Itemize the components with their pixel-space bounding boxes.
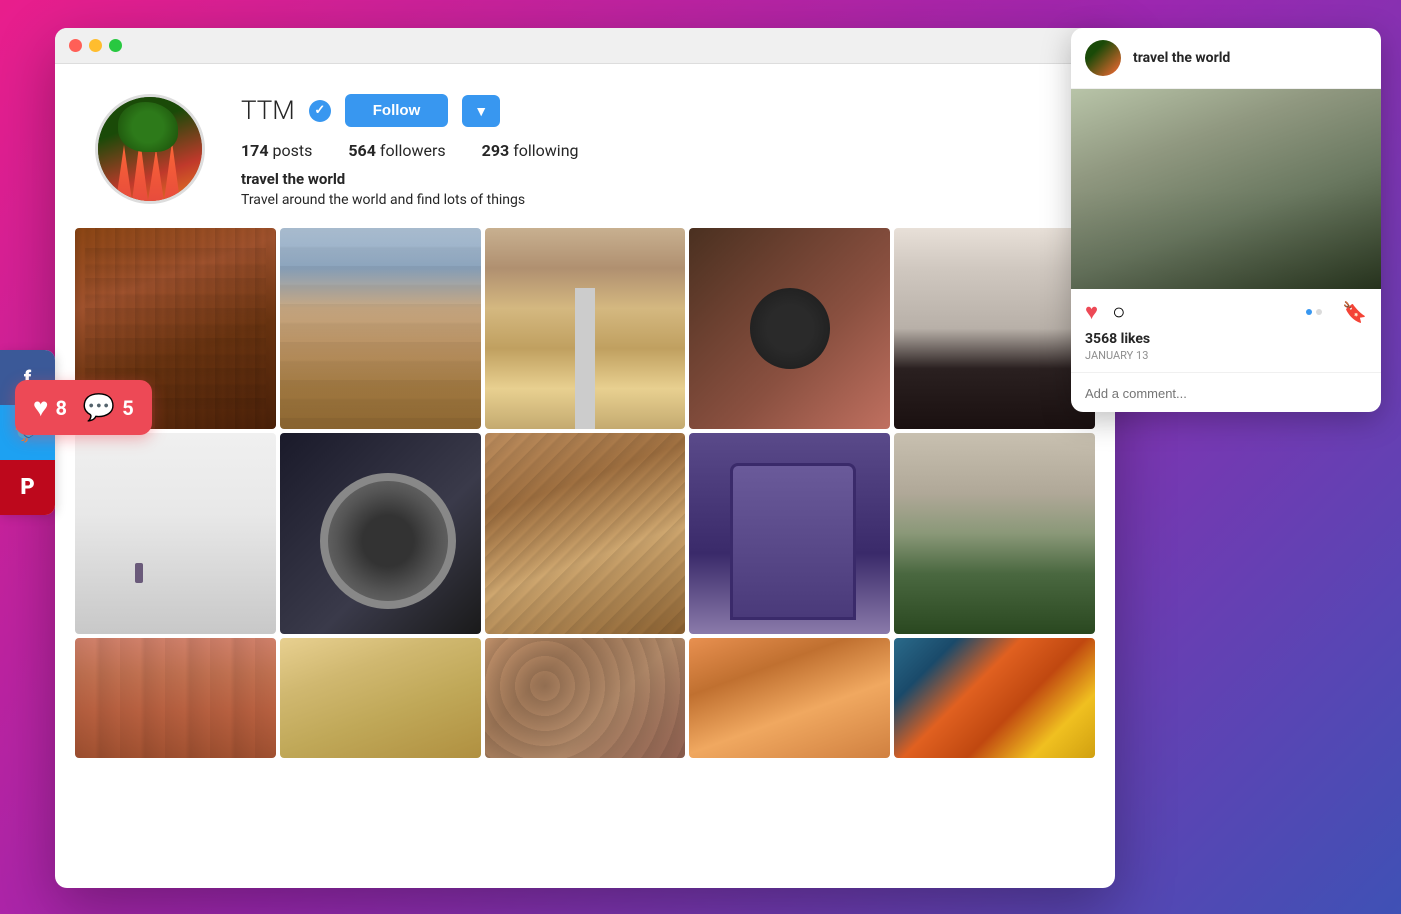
grid-row-2: ♥ ○ ◁ ♡ ○ ◁ ♡ (75, 433, 1095, 634)
profile-info: TTM ✓ Follow ▼ 174 posts 564 followers (241, 94, 1075, 208)
post-image[interactable] (894, 433, 1095, 634)
posts-grid: ♥ ○ ◁ ♥ ○ ◁ ♡ (55, 228, 1115, 782)
verified-badge: ✓ (309, 100, 331, 122)
story-header: travel the world (1071, 28, 1381, 89)
grid-row-1: ♥ ○ ◁ ♥ ○ ◁ ♡ (75, 228, 1095, 429)
story-dot-inactive (1316, 309, 1322, 315)
post-image[interactable] (689, 228, 890, 429)
post-image[interactable] (280, 433, 481, 634)
following-stat: 293 following (482, 141, 579, 160)
browser-titlebar (55, 28, 1115, 64)
list-item: ♡ ○ ◁ (894, 228, 1095, 429)
story-dots (1306, 309, 1322, 315)
post-image[interactable] (689, 638, 890, 758)
pinterest-icon: P (20, 475, 34, 500)
post-image[interactable] (280, 228, 481, 429)
story-card: travel the world ♥ ○ 🔖 3568 likes JANUAR… (1071, 28, 1381, 412)
instagram-content: TTM ✓ Follow ▼ 174 posts 564 followers (55, 64, 1115, 888)
list-item: ♡ ○ ◁ (280, 433, 481, 634)
post-image[interactable] (689, 433, 890, 634)
comments-notification: 💬 5 (83, 393, 134, 423)
story-action-row: ♥ ○ 🔖 (1085, 299, 1367, 325)
profile-display-name: travel the world (241, 170, 1075, 188)
bookmark-icon[interactable]: 🔖 (1342, 300, 1367, 324)
likes-count: 8 (55, 396, 66, 420)
profile-username: TTM (241, 96, 295, 126)
list-item: ♡ ○ ◁ (485, 433, 686, 634)
heart-icon: ♥ (33, 392, 48, 423)
list-item: ♡ ○ ◁ (894, 433, 1095, 634)
post-image[interactable] (894, 228, 1095, 429)
list-item: ♡ ○ ◁ (689, 228, 890, 429)
posts-stat: 174 posts (241, 141, 312, 160)
notification-bubble: ♥ 8 💬 5 (15, 380, 152, 435)
list-item (485, 638, 686, 758)
list-item (689, 638, 890, 758)
browser-window: TTM ✓ Follow ▼ 174 posts 564 followers (55, 28, 1115, 888)
profile-name-row: TTM ✓ Follow ▼ (241, 94, 1075, 127)
post-image[interactable] (75, 433, 276, 634)
list-item: ♡ ○ ◁ (689, 433, 890, 634)
profile-bio: Travel around the world and find lots of… (241, 192, 1075, 208)
dot-yellow[interactable] (89, 39, 102, 52)
story-comment-icon[interactable]: ○ (1112, 299, 1125, 325)
comments-count: 5 (122, 396, 133, 420)
story-avatar (1085, 40, 1121, 76)
story-like-icon[interactable]: ♥ (1085, 299, 1098, 325)
list-item: ♥ ○ ◁ (75, 433, 276, 634)
story-date: JANUARY 13 (1085, 349, 1367, 362)
comment-bubble-icon: 💬 (83, 393, 115, 423)
avatar (95, 94, 205, 204)
list-item: ♥ ○ ◁ (280, 228, 481, 429)
list-item (75, 638, 276, 758)
story-image[interactable] (1071, 89, 1381, 289)
comment-input[interactable] (1085, 386, 1367, 401)
post-image[interactable] (75, 638, 276, 758)
list-item: ♡ ○ ◁ (485, 228, 686, 429)
dot-green[interactable] (109, 39, 122, 52)
post-image[interactable] (485, 433, 686, 634)
profile-stats: 174 posts 564 followers 293 following (241, 141, 1075, 160)
post-image[interactable] (280, 638, 481, 758)
followers-stat: 564 followers (348, 141, 445, 160)
post-image[interactable] (485, 228, 686, 429)
post-image[interactable] (485, 638, 686, 758)
likes-notification: ♥ 8 (33, 392, 67, 423)
list-item (280, 638, 481, 758)
post-image[interactable] (894, 638, 1095, 758)
story-likes-count: 3568 likes (1085, 331, 1367, 347)
list-item (894, 638, 1095, 758)
follow-dropdown-button[interactable]: ▼ (462, 95, 500, 127)
story-username: travel the world (1133, 50, 1230, 66)
dot-red[interactable] (69, 39, 82, 52)
story-dot-active (1306, 309, 1312, 315)
profile-section: TTM ✓ Follow ▼ 174 posts 564 followers (55, 64, 1115, 228)
story-comment-section (1071, 373, 1381, 412)
grid-row-3 (75, 638, 1095, 758)
pinterest-button[interactable]: P (0, 460, 55, 515)
story-actions: ♥ ○ 🔖 3568 likes JANUARY 13 (1071, 289, 1381, 373)
follow-button[interactable]: Follow (345, 94, 449, 127)
